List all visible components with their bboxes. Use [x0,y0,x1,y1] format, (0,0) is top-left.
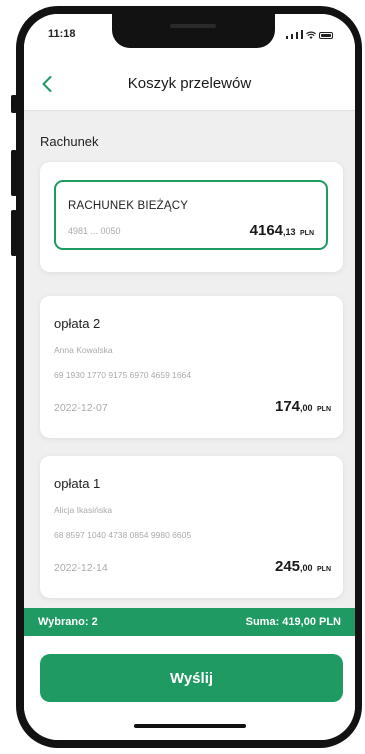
total-sum: Suma: 419,00 PLN [245,616,341,628]
speaker-grille [170,24,216,28]
transfer-recipient: Alicja Ikasińska [54,505,113,515]
transfer-title: opłata 2 [54,316,101,331]
transfer-date: 2022-12-07 [54,402,108,414]
summary-bar: Wybrano: 2 Suma: 419,00 PLN [24,608,355,636]
bottom-action-area: Wyślij [24,636,355,740]
transfer-card[interactable]: opłata 2 Anna Kowalska 69 1930 1770 9175… [40,296,343,438]
selected-account[interactable]: RACHUNEK BIEŻĄCY 4981 ... 0050 4164,13 P… [54,180,328,250]
transfer-account-number: 68 8597 1040 4738 0854 9980 6605 [54,530,192,540]
transfer-card[interactable]: opłata 1 Alicja Ikasińska 68 8597 1040 4… [40,456,343,598]
account-number: 4981 ... 0050 [68,226,121,236]
transfer-amount-major: 174 [275,398,301,415]
account-section-label: Rachunek [40,134,99,149]
account-card: RACHUNEK BIEŻĄCY 4981 ... 0050 4164,13 P… [40,162,343,272]
status-icons [286,29,333,39]
app-header: Koszyk przelewów [24,58,355,111]
transfer-title: opłata 1 [54,476,101,491]
camera-notch [112,14,275,48]
signal-bar [296,32,298,39]
transfer-amount-currency: PLN [317,406,331,413]
transfer-date: 2022-12-14 [54,562,108,574]
transfer-amount: 245,00 PLN [275,558,331,576]
home-indicator [134,724,246,728]
transfer-amount-currency: PLN [317,566,331,573]
signal-bar [301,30,303,39]
account-balance: 4164,13 PLN [250,222,314,240]
transfer-amount-major: 245 [275,558,301,575]
selected-count: Wybrano: 2 [38,616,98,628]
transfer-amount-minor: ,00 [300,563,313,573]
transfer-amount: 174,00 PLN [275,398,331,416]
phone-frame: 11:18 Koszyk przelewów Rachunek RACHUNEK… [16,6,362,748]
app-screen: 11:18 Koszyk przelewów Rachunek RACHUNEK… [24,14,355,740]
send-button[interactable]: Wyślij [40,654,343,702]
transfer-recipient: Anna Kowalska [54,345,113,355]
signal-bar [291,34,293,39]
wifi-icon [306,31,316,39]
page-title: Koszyk przelewów [127,75,252,92]
signal-icon [286,36,288,39]
account-balance-currency: PLN [300,230,314,237]
transfer-amount-minor: ,00 [300,403,313,413]
account-balance-major: 4164 [249,222,284,239]
battery-icon [319,32,333,39]
account-name: RACHUNEK BIEŻĄCY [68,200,189,212]
account-balance-minor: ,13 [283,227,296,237]
scene: 11:18 Koszyk przelewów Rachunek RACHUNEK… [0,0,365,754]
transfer-account-number: 69 1930 1770 9175 6970 4659 1664 [54,370,192,380]
status-time: 11:18 [48,28,76,40]
